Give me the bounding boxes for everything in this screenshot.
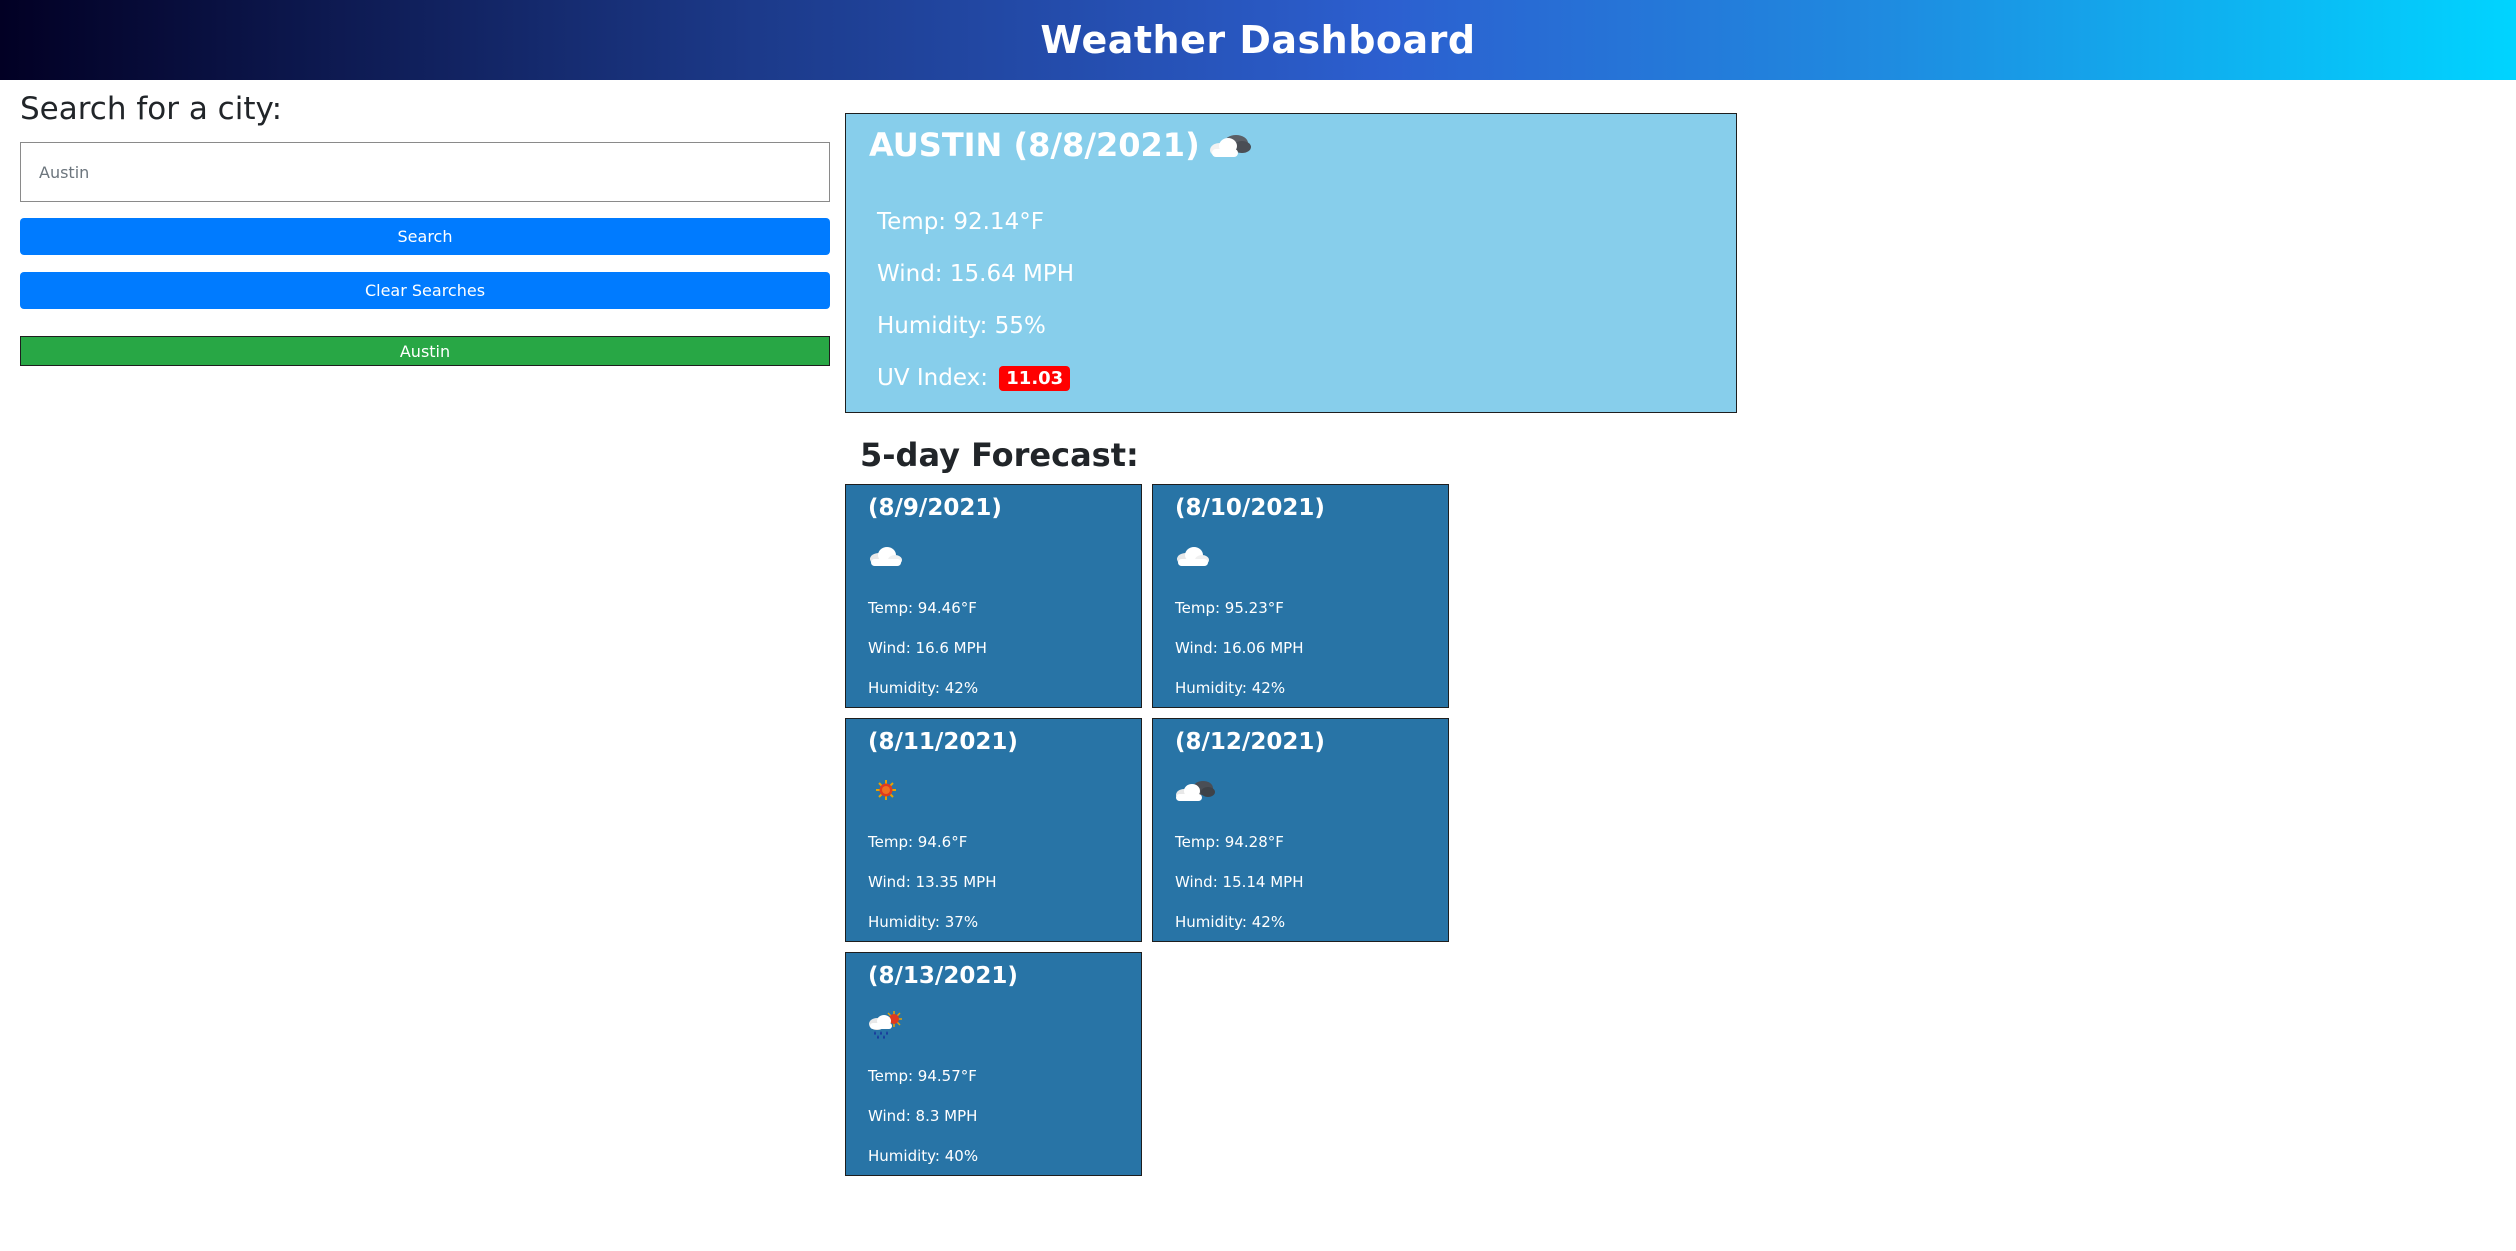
current-uv-index: UV Index: 11.03 <box>877 365 1071 391</box>
forecast-card: (8/13/2021) Temp: 94.57°F Wind: 8.3 MPH … <box>845 952 1142 1176</box>
current-weather-card: AUSTIN (8/8/2021) Temp: 92.14°F Wind: 15… <box>845 113 1737 413</box>
current-weather-title: AUSTIN (8/8/2021) <box>869 126 1252 164</box>
forecast-date: (8/9/2021) <box>868 495 1002 521</box>
forecast-humidity: Humidity: 40% <box>868 1147 979 1165</box>
forecast-wind: Wind: 13.35 MPH <box>868 873 997 891</box>
forecast-wind: Wind: 15.14 MPH <box>1175 873 1304 891</box>
forecast-card: (8/10/2021) Temp: 95.23°F Wind: 16.06 MP… <box>1152 484 1449 708</box>
current-city-date: AUSTIN (8/8/2021) <box>869 126 1200 164</box>
current-humidity: Humidity: 55% <box>877 313 1046 339</box>
cloud-dark-icon <box>1206 129 1252 161</box>
cloud-icon <box>1173 541 1213 571</box>
search-panel: Search for a city: Search Clear Searches… <box>20 90 830 366</box>
history-item-austin[interactable]: Austin <box>20 336 830 366</box>
forecast-date: (8/10/2021) <box>1175 495 1325 521</box>
forecast-wind: Wind: 8.3 MPH <box>868 1107 978 1125</box>
search-heading: Search for a city: <box>20 91 283 127</box>
city-search-input[interactable] <box>20 142 830 202</box>
broken-clouds-icon <box>1173 775 1215 805</box>
cloud-icon <box>866 541 906 571</box>
forecast-wind: Wind: 16.6 MPH <box>868 639 987 657</box>
forecast-humidity: Humidity: 42% <box>868 679 979 697</box>
forecast-wind: Wind: 16.06 MPH <box>1175 639 1304 657</box>
forecast-temp: Temp: 94.28°F <box>1175 833 1284 851</box>
sun-rain-icon <box>866 1009 906 1039</box>
forecast-temp: Temp: 94.46°F <box>868 599 977 617</box>
forecast-card: (8/9/2021) Temp: 94.46°F Wind: 16.6 MPH … <box>845 484 1142 708</box>
forecast-temp: Temp: 95.23°F <box>1175 599 1284 617</box>
page-header: Weather Dashboard <box>0 0 2516 80</box>
forecast-card: (8/12/2021) Temp: 94.28°F Wind: 15.14 MP… <box>1152 718 1449 942</box>
current-temp: Temp: 92.14°F <box>877 209 1044 235</box>
forecast-temp: Temp: 94.57°F <box>868 1067 977 1085</box>
clear-searches-button[interactable]: Clear Searches <box>20 272 830 309</box>
forecast-humidity: Humidity: 42% <box>1175 913 1286 931</box>
forecast-temp: Temp: 94.6°F <box>868 833 968 851</box>
current-wind: Wind: 15.64 MPH <box>877 261 1075 287</box>
forecast-date: (8/13/2021) <box>868 963 1018 989</box>
uv-index-badge: 11.03 <box>999 366 1071 391</box>
search-button[interactable]: Search <box>20 218 830 255</box>
page-title: Weather Dashboard <box>1040 18 1476 62</box>
forecast-humidity: Humidity: 42% <box>1175 679 1286 697</box>
forecast-heading: 5-day Forecast: <box>860 436 1139 474</box>
forecast-date: (8/11/2021) <box>868 729 1018 755</box>
sun-icon <box>866 775 906 805</box>
forecast-date: (8/12/2021) <box>1175 729 1325 755</box>
forecast-card: (8/11/2021) Temp: 94.6°F Wind: 13.35 MPH… <box>845 718 1142 942</box>
forecast-humidity: Humidity: 37% <box>868 913 979 931</box>
uv-index-label: UV Index: <box>877 365 988 391</box>
